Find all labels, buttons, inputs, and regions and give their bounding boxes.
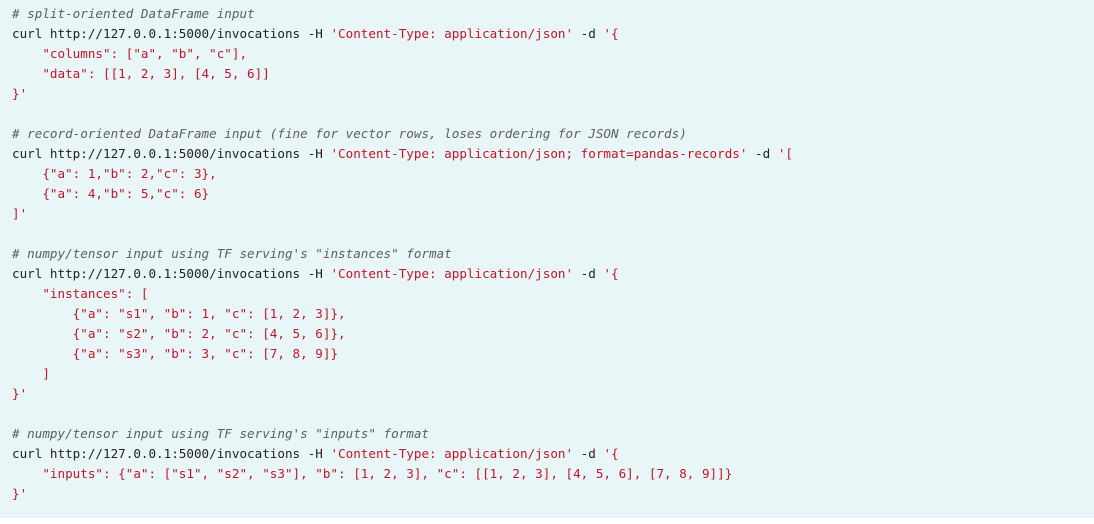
code-string: "columns": ["a", "b", "c"],	[12, 46, 248, 61]
code-block: # split-oriented DataFrame input curl htt…	[0, 0, 1094, 518]
code-text: -d	[747, 146, 778, 161]
code-line: {"a": "s3", "b": 3, "c": [7, 8, 9]}	[12, 344, 1094, 364]
code-string: 'Content-Type: application/json'	[330, 26, 574, 41]
code-line: curl http://127.0.0.1:5000/invocations -…	[12, 264, 1094, 284]
code-line: "instances": [	[12, 284, 1094, 304]
code-string: 'Content-Type: application/json; format=…	[330, 146, 748, 161]
code-string: 'Content-Type: application/json'	[330, 446, 574, 461]
code-string: '{	[603, 26, 619, 41]
code-line: # numpy/tensor input using TF serving's …	[12, 424, 1094, 444]
code-text: -d	[573, 266, 604, 281]
code-string: '[	[777, 146, 793, 161]
code-line: ]'	[12, 204, 1094, 224]
code-text: curl http://127.0.0.1:5000/invocations -…	[12, 26, 331, 41]
code-string: "data": [[1, 2, 3], [4, 5, 6]]	[12, 66, 270, 81]
code-line: "data": [[1, 2, 3], [4, 5, 6]]	[12, 64, 1094, 84]
code-comment: # numpy/tensor input using TF serving's …	[12, 246, 452, 261]
code-string: "inputs": {"a": ["s1", "s2", "s3"], "b":…	[12, 466, 733, 481]
code-string: ]'	[12, 206, 28, 221]
code-line: {"a": 4,"b": 5,"c": 6}	[12, 184, 1094, 204]
code-string: {"a": 4,"b": 5,"c": 6}	[12, 186, 210, 201]
code-string: ]	[12, 366, 50, 381]
code-text: curl http://127.0.0.1:5000/invocations -…	[12, 146, 331, 161]
code-line: curl http://127.0.0.1:5000/invocations -…	[12, 144, 1094, 164]
code-comment: # numpy/tensor input using TF serving's …	[12, 426, 430, 441]
code-string: {"a": 1,"b": 2,"c": 3},	[12, 166, 217, 181]
code-line: curl http://127.0.0.1:5000/invocations -…	[12, 444, 1094, 464]
code-line: "inputs": {"a": ["s1", "s2", "s3"], "b":…	[12, 464, 1094, 484]
code-line: # split-oriented DataFrame input	[12, 4, 1094, 24]
code-comment: # record-oriented DataFrame input (fine …	[12, 126, 687, 141]
code-comment: # split-oriented DataFrame input	[12, 6, 255, 21]
code-line: # numpy/tensor input using TF serving's …	[12, 244, 1094, 264]
code-line: {"a": 1,"b": 2,"c": 3},	[12, 164, 1094, 184]
code-line: }'	[12, 84, 1094, 104]
code-string: {"a": "s2", "b": 2, "c": [4, 5, 6]},	[12, 326, 346, 341]
code-string: }'	[12, 86, 28, 101]
code-string: '{	[603, 266, 619, 281]
code-string: 'Content-Type: application/json'	[330, 266, 574, 281]
code-line: curl http://127.0.0.1:5000/invocations -…	[12, 24, 1094, 44]
code-string: {"a": "s3", "b": 3, "c": [7, 8, 9]}	[12, 346, 339, 361]
code-string: }'	[12, 386, 28, 401]
code-text: curl http://127.0.0.1:5000/invocations -…	[12, 446, 331, 461]
code-line: {"a": "s1", "b": 1, "c": [1, 2, 3]},	[12, 304, 1094, 324]
code-line: # record-oriented DataFrame input (fine …	[12, 124, 1094, 144]
code-string: }'	[12, 486, 28, 501]
code-text: -d	[573, 26, 604, 41]
code-lines: # split-oriented DataFrame input curl htt…	[12, 4, 1094, 504]
code-line: "columns": ["a", "b", "c"],	[12, 44, 1094, 64]
code-string: {"a": "s1", "b": 1, "c": [1, 2, 3]},	[12, 306, 346, 321]
code-line: }'	[12, 484, 1094, 504]
code-line: {"a": "s2", "b": 2, "c": [4, 5, 6]},	[12, 324, 1094, 344]
code-string: '{	[603, 446, 619, 461]
code-line: ]	[12, 364, 1094, 384]
code-line: }'	[12, 384, 1094, 404]
code-text: curl http://127.0.0.1:5000/invocations -…	[12, 266, 331, 281]
code-text: -d	[573, 446, 604, 461]
code-string: "instances": [	[12, 286, 149, 301]
